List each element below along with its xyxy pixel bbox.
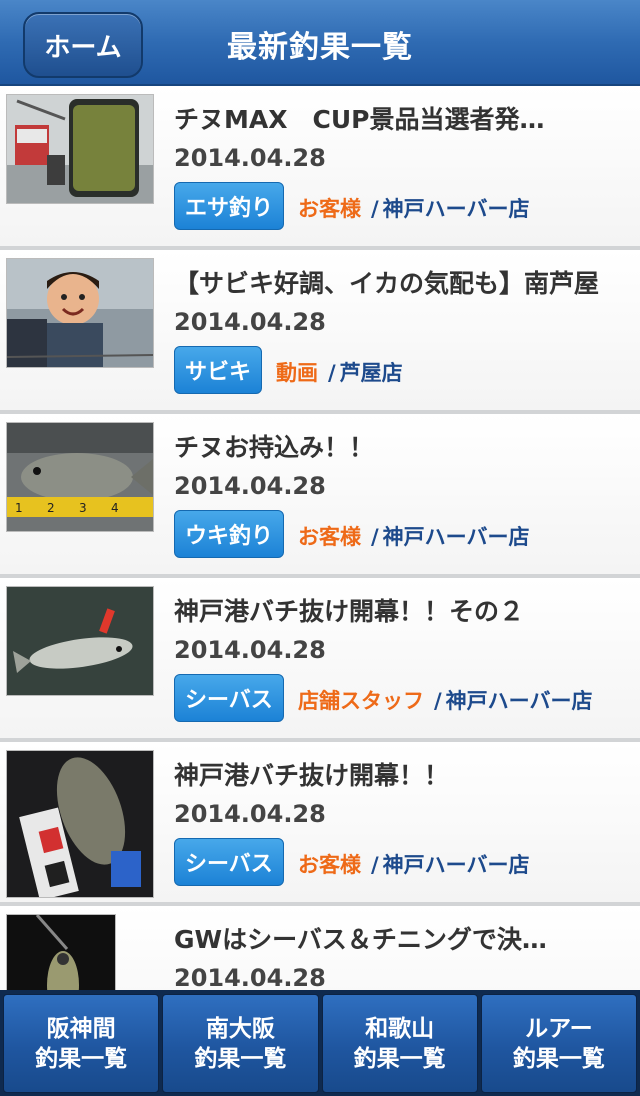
list-item[interactable]: 神戸港バチ抜け開幕！！その２ 2014.04.28 シーバス 店舗スタッフ / 神戸… (0, 578, 640, 742)
tab-line1: 南大阪 (205, 1015, 275, 1042)
svg-text:4: 4 (111, 501, 119, 515)
lure-photo-thumbnail (6, 914, 116, 990)
svg-text:1: 1 (15, 501, 23, 515)
item-store: 神戸ハーバー店 (382, 853, 530, 877)
tab-line1: ルアー (525, 1015, 593, 1042)
item-date: 2014.04.28 (174, 472, 326, 500)
category-tag[interactable]: エサ釣り (174, 182, 285, 230)
meta-separator: / (371, 853, 379, 877)
item-title: チヌお持込み！！ (174, 433, 375, 462)
item-title: GWはシーバス＆チニングで決… (174, 925, 547, 954)
fish-ruler-photo-thumbnail: 1 2 3 4 (6, 422, 154, 532)
item-store: 芦屋店 (339, 361, 403, 385)
item-title: チヌMAX CUP景品当選者発… (174, 105, 545, 134)
list-item[interactable]: チヌMAX CUP景品当選者発… 2014.04.28 エサ釣り お客様 / 神戸ハ… (0, 86, 640, 250)
svg-text:3: 3 (79, 501, 87, 515)
item-author: 店舗スタッフ (298, 689, 424, 713)
top-nav-bar: ホーム 最新釣果一覧 (0, 0, 640, 86)
seabass-photo-thumbnail (6, 586, 154, 696)
meta-separator: / (328, 361, 336, 385)
tab-line1: 和歌山 (365, 1015, 435, 1042)
page-title: 最新釣果一覧 (227, 30, 413, 65)
item-store: 神戸ハーバー店 (382, 197, 530, 221)
item-title: 【サビキ好調、イカの気配も】南芦屋 (174, 269, 600, 298)
bottom-tab-bar: 阪神間 釣果一覧 南大阪 釣果一覧 和歌山 釣果一覧 ルアー 釣果一覧 (0, 990, 640, 1096)
home-button[interactable]: ホーム (23, 12, 143, 78)
list-item[interactable]: 神戸港バチ抜け開幕！！ 2014.04.28 シーバス お客様 / 神戸ハーバー店 (0, 742, 640, 906)
tab-hanshinkan[interactable]: 阪神間 釣果一覧 (3, 994, 160, 1093)
item-title: 神戸港バチ抜け開幕！！その２ (174, 597, 525, 626)
tab-lure[interactable]: ルアー 釣果一覧 (480, 994, 637, 1093)
item-author: 動画 (276, 361, 318, 385)
tab-wakayama[interactable]: 和歌山 釣果一覧 (321, 994, 478, 1093)
tab-line2: 釣果一覧 (512, 1045, 605, 1072)
item-meta: 動画 / 芦屋店 (276, 357, 403, 387)
item-date: 2014.04.28 (174, 144, 326, 172)
list-item[interactable]: GWはシーバス＆チニングで決… 2014.04.28 (0, 906, 640, 990)
item-date: 2014.04.28 (174, 636, 326, 664)
tab-line2: 釣果一覧 (35, 1045, 128, 1072)
list-item[interactable]: 【サビキ好調、イカの気配も】南芦屋 2014.04.28 サビキ 動画 / 芦屋店 (0, 250, 640, 414)
tab-minami-osaka[interactable]: 南大阪 釣果一覧 (162, 994, 319, 1093)
item-store: 神戸ハーバー店 (382, 525, 530, 549)
item-author: お客様 (298, 197, 361, 221)
tab-line2: 釣果一覧 (353, 1045, 446, 1072)
tab-line2: 釣果一覧 (194, 1045, 287, 1072)
item-date: 2014.04.28 (174, 964, 326, 990)
item-date: 2014.04.28 (174, 308, 326, 336)
item-meta: お客様 / 神戸ハーバー店 (298, 849, 529, 879)
item-date: 2014.04.28 (174, 800, 326, 828)
child-photo-thumbnail (6, 258, 154, 368)
catch-report-list: チヌMAX CUP景品当選者発… 2014.04.28 エサ釣り お客様 / 神戸ハ… (0, 86, 640, 990)
category-tag[interactable]: ウキ釣り (174, 510, 285, 558)
category-tag[interactable]: シーバス (174, 838, 284, 886)
tackle-photo-thumbnail (6, 94, 154, 204)
item-author: お客様 (298, 525, 361, 549)
item-meta: お客様 / 神戸ハーバー店 (298, 193, 529, 223)
item-meta: お客様 / 神戸ハーバー店 (298, 521, 529, 551)
item-store: 神戸ハーバー店 (445, 689, 593, 713)
list-item[interactable]: 1 2 3 4 チヌお持込み！！ 2014.04.28 ウキ釣り お客様 / 神戸ハーバー… (0, 414, 640, 578)
category-tag[interactable]: サビキ (174, 346, 263, 394)
meta-separator: / (371, 525, 379, 549)
meta-separator: / (371, 197, 379, 221)
seabass-night-photo-thumbnail (6, 750, 154, 898)
category-tag[interactable]: シーバス (174, 674, 284, 722)
meta-separator: / (434, 689, 442, 713)
item-author: お客様 (298, 853, 361, 877)
item-title: 神戸港バチ抜け開幕！！ (174, 761, 450, 790)
svg-text:2: 2 (47, 501, 55, 515)
item-meta: 店舗スタッフ / 神戸ハーバー店 (298, 685, 592, 715)
tab-line1: 阪神間 (46, 1015, 116, 1042)
